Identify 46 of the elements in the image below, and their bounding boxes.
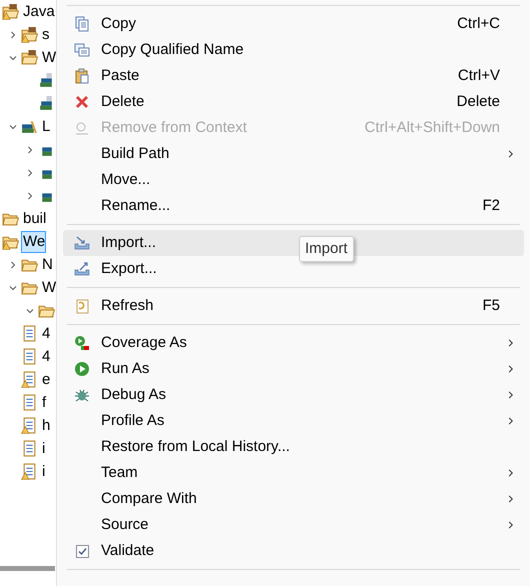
- books-icon: [21, 118, 38, 135]
- scrollbar: [0, 566, 55, 571]
- shortcut-label: Ctrl+V: [458, 66, 500, 86]
- books-icon: [38, 95, 55, 112]
- file-icon: [21, 394, 38, 411]
- shortcut-label: F2: [482, 196, 500, 216]
- play-icon: [74, 361, 90, 377]
- tree-item[interactable]: 4: [40, 346, 52, 368]
- shortcut-label: Ctrl+C: [457, 14, 500, 34]
- delete-icon: [74, 94, 90, 110]
- refresh-icon: [74, 298, 90, 314]
- copy-icon: [74, 16, 90, 32]
- coverage-icon: [74, 335, 90, 351]
- package-icon: [21, 26, 38, 43]
- tree-item[interactable]: i: [40, 460, 46, 482]
- file-icon: [21, 440, 38, 457]
- shortcut-label: Delete: [456, 92, 500, 112]
- tree-item[interactable]: W: [40, 46, 56, 68]
- tree-item[interactable]: s: [40, 24, 50, 46]
- tree-item[interactable]: i: [40, 438, 46, 460]
- tree-item[interactable]: buil: [21, 208, 48, 230]
- tree-item[interactable]: f: [40, 392, 48, 414]
- file-icon: [21, 348, 38, 365]
- tree-item[interactable]: Java: [21, 0, 56, 22]
- folder-icon: [2, 3, 19, 20]
- copy-icon: [74, 42, 90, 58]
- tree-item[interactable]: e: [40, 368, 52, 390]
- tree-item[interactable]: We: [21, 230, 46, 252]
- books-icon: [38, 72, 55, 89]
- tree-item[interactable]: L: [40, 116, 52, 138]
- tree-item[interactable]: N: [40, 254, 54, 276]
- tree-item[interactable]: h: [40, 414, 52, 436]
- file-icon: [21, 371, 38, 388]
- clipboard-icon: [74, 68, 90, 84]
- export-icon: [74, 261, 90, 277]
- tooltip: Import: [299, 236, 354, 262]
- file-icon: [21, 463, 38, 480]
- shortcut-label: F5: [482, 296, 500, 316]
- import-icon: [74, 235, 90, 251]
- file-icon: [21, 417, 38, 434]
- file-icon: [21, 325, 38, 342]
- shortcut-label: Ctrl+Alt+Shift+Down: [364, 118, 500, 138]
- tree-item[interactable]: W: [40, 276, 56, 298]
- tree-item[interactable]: 4: [40, 322, 52, 344]
- package-icon: [21, 49, 38, 66]
- bug-icon: [74, 387, 90, 403]
